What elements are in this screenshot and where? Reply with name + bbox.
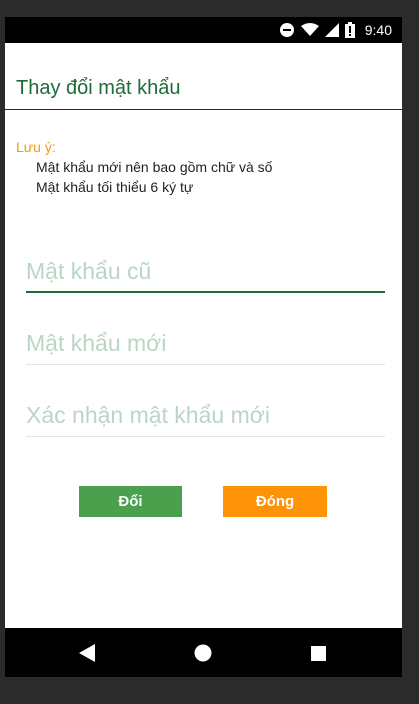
navigation-bar	[5, 628, 402, 677]
note-heading: Lưu ý:	[16, 139, 56, 155]
field-underline	[26, 291, 385, 293]
field-underline	[26, 436, 385, 437]
confirm-password-field	[26, 387, 385, 437]
status-icons: 9:40	[279, 21, 392, 39]
old-password-input[interactable]	[26, 243, 385, 293]
home-button[interactable]	[193, 643, 213, 663]
new-password-input[interactable]	[26, 315, 385, 365]
wifi-icon	[300, 23, 319, 36]
dialog-title: Thay đổi mật khẩu	[16, 77, 181, 99]
note-line: Mật khẩu tối thiểu 6 ký tự	[36, 179, 194, 195]
change-password-dialog: Thay đổi mật khẩu Lưu ý: Mật khẩu mới nê…	[5, 43, 402, 628]
close-button[interactable]: Đóng	[223, 486, 327, 517]
home-icon	[194, 644, 212, 662]
old-password-field	[26, 243, 385, 293]
battery-icon	[344, 22, 355, 38]
new-password-field	[26, 315, 385, 365]
confirm-password-input[interactable]	[26, 387, 385, 437]
change-button[interactable]: Đổi	[79, 486, 182, 517]
back-icon	[79, 644, 95, 662]
note-line: Mật khẩu mới nên bao gồm chữ và số	[36, 159, 273, 175]
signal-icon	[324, 23, 339, 37]
recents-icon	[310, 645, 326, 661]
back-button[interactable]	[77, 643, 97, 663]
device-frame: 9:40 Thay đổi mật khẩu Lưu ý: Mật khẩu m…	[5, 17, 402, 677]
title-divider	[5, 109, 402, 110]
field-underline	[26, 364, 385, 365]
status-time: 9:40	[364, 22, 392, 38]
do-not-disturb-icon	[279, 23, 294, 37]
status-bar: 9:40	[5, 17, 402, 43]
recents-button[interactable]	[308, 643, 328, 663]
